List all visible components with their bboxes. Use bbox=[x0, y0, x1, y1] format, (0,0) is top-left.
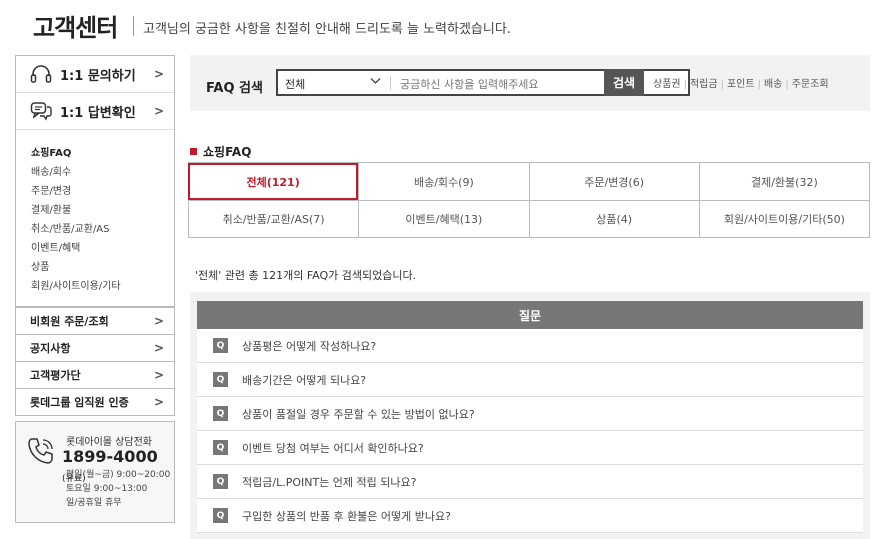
search-input[interactable] bbox=[398, 73, 688, 95]
faq-category-grid: 전체(121) 배송/회수(9) 주문/변경(6) 결제/환불(32) 취소/반… bbox=[188, 162, 870, 238]
chevron-right-icon: > bbox=[153, 395, 164, 409]
quick-link-reserve[interactable]: 적립금 bbox=[690, 79, 718, 90]
list-item[interactable]: Q 배송기간은 어떻게 되나요? bbox=[197, 363, 863, 397]
sidebar-links: 비회원 주문/조회 > 공지사항 > 고객평가단 > 롯데그룹 임직원 인증 > bbox=[15, 307, 175, 416]
phone-title: 롯데아이몰 상담전화 bbox=[66, 437, 152, 448]
category-tab-cancel[interactable]: 취소/반품/교환/AS(7) bbox=[188, 200, 359, 237]
list-item[interactable]: Q 적립금/L.POINT는 언제 적립 되나요? bbox=[197, 465, 863, 499]
sidebar-faq-event[interactable]: 이벤트/혜택 bbox=[31, 239, 174, 258]
chevron-right-icon: > bbox=[153, 314, 164, 328]
question-list: Q 상품평은 어떻게 작성하나요? Q 배송기간은 어떻게 되나요? Q 상품이… bbox=[197, 329, 863, 533]
q-badge-icon: Q bbox=[213, 508, 228, 523]
quick-link-gift-card[interactable]: 상품권 bbox=[653, 79, 681, 90]
result-count: '전체' 관련 총 121개의 FAQ가 검색되었습니다. bbox=[195, 269, 417, 282]
search-category-select[interactable]: 전체 bbox=[285, 76, 305, 92]
chevron-right-icon: > bbox=[153, 67, 164, 81]
list-item[interactable]: Q 상품이 품절일 경우 주문할 수 있는 방법이 없나요? bbox=[197, 397, 863, 431]
list-item[interactable]: Q 이벤트 당첨 여부는 어디서 확인하나요? bbox=[197, 431, 863, 465]
sidebar-item-label: 1:1 답변확인 bbox=[60, 105, 136, 121]
question-text: 적립금/L.POINT는 언제 적립 되나요? bbox=[242, 475, 417, 489]
category-tab-product[interactable]: 상품(4) bbox=[528, 200, 699, 237]
page-subtitle: 고객님의 궁금한 사항을 친절히 안내해 드리도록 늘 노력하겠습니다. bbox=[143, 22, 511, 37]
faq-search-area: FAQ 검색 전체 검색 상품권|적립금|포인트|배송|주문조회 bbox=[190, 55, 870, 111]
q-badge-icon: Q bbox=[213, 440, 228, 455]
page-title: 고객센터 bbox=[33, 14, 118, 42]
phone-number-text: 1899-4000 bbox=[62, 447, 158, 466]
question-text: 구입한 상품의 반품 후 환불은 어떻게 받나요? bbox=[242, 509, 451, 523]
chevron-down-icon[interactable] bbox=[370, 77, 381, 88]
sidebar-item-label: 공지사항 bbox=[30, 342, 71, 355]
sidebar-item-label: 롯데그룹 임직원 인증 bbox=[30, 396, 129, 409]
phone-icon bbox=[28, 438, 53, 464]
sidebar-item-label: 고객평가단 bbox=[30, 369, 81, 382]
quick-link-delivery[interactable]: 배송 bbox=[764, 79, 782, 90]
search-label: FAQ 검색 bbox=[206, 81, 263, 96]
category-tab-member[interactable]: 회원/사이트이용/기타(50) bbox=[698, 200, 869, 237]
sidebar-item-label: 비회원 주문/조회 bbox=[30, 315, 109, 328]
q-badge-icon: Q bbox=[213, 474, 228, 489]
list-item[interactable]: Q 상품평은 어떻게 작성하나요? bbox=[197, 329, 863, 363]
category-tab-order[interactable]: 주문/변경(6) bbox=[528, 163, 699, 200]
chevron-right-icon: > bbox=[153, 104, 164, 118]
sidebar-faq-order[interactable]: 주문/변경 bbox=[31, 182, 174, 201]
faq-heading-text: 쇼핑FAQ bbox=[203, 145, 252, 159]
sidebar: 1:1 문의하기 > 1:1 답변확인 > 쇼핑FAQ 배송/회수 주문/변경 … bbox=[15, 55, 175, 416]
sidebar-faq-list: 쇼핑FAQ 배송/회수 주문/변경 결제/환불 취소/반품/교환/AS 이벤트/… bbox=[16, 130, 174, 306]
sidebar-faq-member[interactable]: 회원/사이트이용/기타 bbox=[31, 277, 174, 296]
q-badge-icon: Q bbox=[213, 338, 228, 353]
sidebar-item-label: 1:1 문의하기 bbox=[60, 68, 136, 84]
faq-section-heading: 쇼핑FAQ bbox=[190, 143, 251, 160]
sidebar-faq-shopping[interactable]: 쇼핑FAQ bbox=[31, 144, 174, 163]
sidebar-item-employee-auth[interactable]: 롯데그룹 임직원 인증 > bbox=[16, 388, 174, 415]
quick-links: 상품권 | 적립금 | 포인트 | 배송 | 주문조회 bbox=[653, 79, 829, 90]
search-button[interactable]: 검색 bbox=[604, 69, 644, 96]
phone-hours-weekday: 평일(월~금) 9:00~20:00 bbox=[66, 470, 171, 480]
phone-hours-holiday: 일/공휴일 휴무 bbox=[66, 498, 122, 508]
category-tab-event[interactable]: 이벤트/혜택(13) bbox=[358, 200, 529, 237]
category-tab-all[interactable]: 전체(121) bbox=[188, 163, 359, 200]
sidebar-item-guest-order[interactable]: 비회원 주문/조회 > bbox=[16, 307, 174, 334]
chevron-right-icon: > bbox=[153, 341, 164, 355]
title-divider bbox=[133, 16, 134, 36]
red-square-icon bbox=[190, 148, 197, 155]
list-item[interactable]: Q 구입한 상품의 반품 후 환불은 어떻게 받나요? bbox=[197, 499, 863, 533]
question-text: 상품평은 어떻게 작성하나요? bbox=[242, 339, 377, 353]
category-tab-delivery[interactable]: 배송/회수(9) bbox=[358, 163, 528, 200]
question-text: 배송기간은 어떻게 되나요? bbox=[242, 373, 367, 387]
sidebar-item-answer[interactable]: 1:1 답변확인 > bbox=[16, 93, 174, 130]
sidebar-item-notice[interactable]: 공지사항 > bbox=[16, 334, 174, 361]
question-table-header: 질문 bbox=[197, 301, 863, 329]
sidebar-item-evaluators[interactable]: 고객평가단 > bbox=[16, 361, 174, 388]
q-badge-icon: Q bbox=[213, 406, 228, 421]
sidebar-faq-payment[interactable]: 결제/환불 bbox=[31, 201, 174, 220]
quick-link-point[interactable]: 포인트 bbox=[727, 79, 755, 90]
question-text: 이벤트 당첨 여부는 어디서 확인하나요? bbox=[242, 441, 424, 455]
phone-hours: 평일(월~금) 9:00~20:00 토요일 9:00~13:00 일/공휴일 … bbox=[66, 468, 170, 510]
q-badge-icon: Q bbox=[213, 372, 228, 387]
search-divider bbox=[390, 76, 391, 90]
sidebar-main-box: 1:1 문의하기 > 1:1 답변확인 > 쇼핑FAQ 배송/회수 주문/변경 … bbox=[15, 55, 175, 307]
headset-icon bbox=[30, 65, 52, 83]
chevron-right-icon: > bbox=[153, 368, 164, 382]
category-tab-payment[interactable]: 결제/환불(32) bbox=[698, 163, 869, 200]
question-text: 상품이 품절일 경우 주문할 수 있는 방법이 없나요? bbox=[242, 407, 475, 421]
sidebar-faq-delivery[interactable]: 배송/회수 bbox=[31, 163, 174, 182]
chat-bubbles-icon bbox=[30, 102, 52, 121]
sidebar-faq-cancel[interactable]: 취소/반품/교환/AS bbox=[31, 220, 174, 239]
quick-link-order-lookup[interactable]: 주문조회 bbox=[792, 79, 829, 90]
phone-info-box: 롯데아이몰 상담전화 1899-4000 (유료) 평일(월~금) 9:00~2… bbox=[15, 421, 175, 523]
sidebar-faq-product[interactable]: 상품 bbox=[31, 258, 174, 277]
phone-hours-saturday: 토요일 9:00~13:00 bbox=[66, 484, 148, 494]
sidebar-item-inquiry[interactable]: 1:1 문의하기 > bbox=[16, 56, 174, 93]
